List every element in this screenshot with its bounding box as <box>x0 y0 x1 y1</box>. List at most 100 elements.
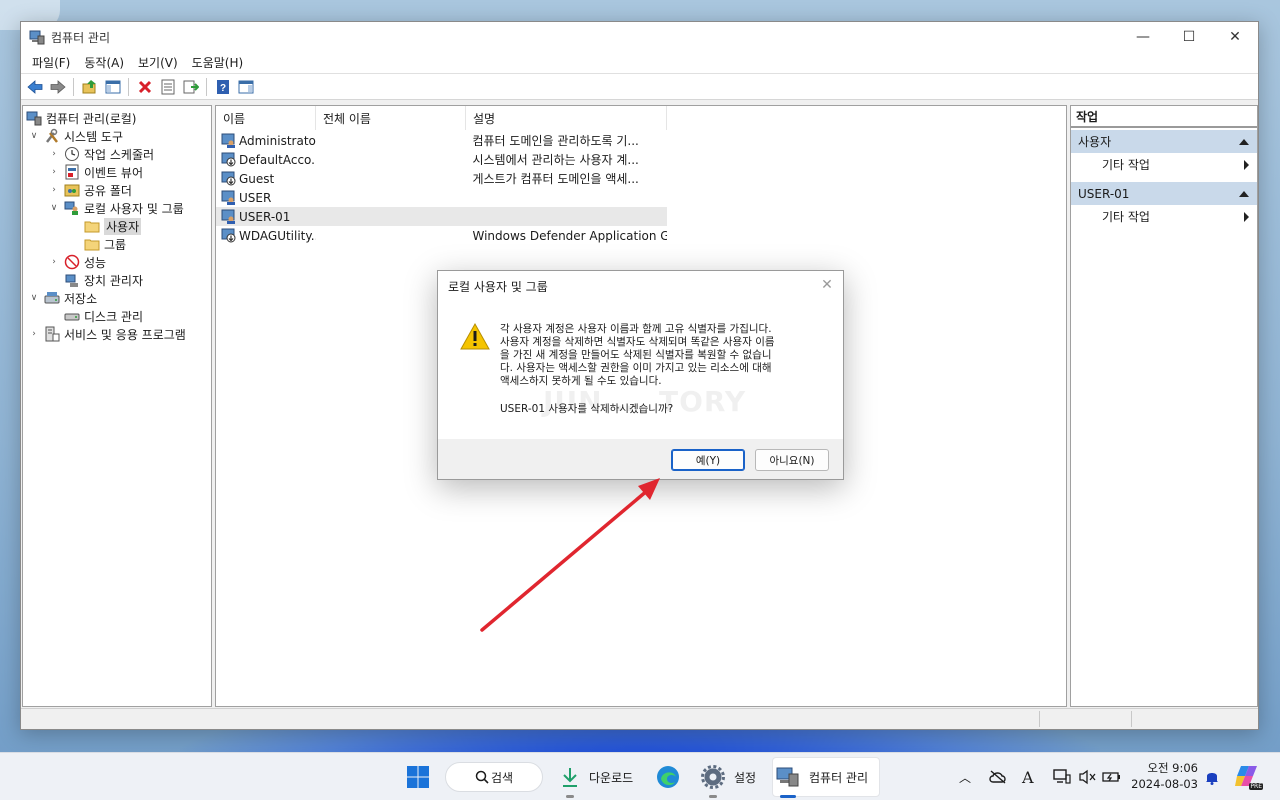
action-more-actions[interactable]: 기타 작업 <box>1071 153 1257 176</box>
taskbar-settings[interactable]: 설정 <box>701 753 756 800</box>
tree-item-users[interactable]: 사용자 <box>84 217 142 235</box>
tray-ime[interactable]: A <box>1022 753 1034 800</box>
tray-overflow-button[interactable]: ︿ <box>959 753 971 800</box>
dialog-close-button[interactable]: ✕ <box>819 277 835 293</box>
tree-label: 작업 스케줄러 <box>84 147 155 162</box>
user-name: DefaultAcco... <box>239 152 316 167</box>
volume-muted-icon <box>1079 769 1096 785</box>
tree-item-task-scheduler[interactable]: › 작업 스케줄러 <box>48 145 154 163</box>
menu-file[interactable]: 파일(F) <box>25 54 77 71</box>
tree-label: 디스크 관리 <box>84 309 144 324</box>
table-row[interactable]: DefaultAcco... 시스템에서 관리하는 사용자 계... <box>216 150 667 169</box>
download-icon <box>563 768 577 787</box>
table-row[interactable]: Administrator 컴퓨터 도메인을 관리하도록 기... <box>216 131 667 150</box>
chevron-right-icon[interactable]: › <box>48 256 60 268</box>
tray-battery[interactable] <box>1102 753 1122 800</box>
table-row[interactable]: Guest 게스트가 컴퓨터 도메인을 액세... <box>216 169 667 188</box>
up-folder-icon[interactable] <box>79 76 100 97</box>
action-section-user-01[interactable]: USER-01 <box>1071 182 1257 205</box>
no-button[interactable]: 아니요(N) <box>755 449 829 471</box>
taskbar-clock[interactable]: 오전 9:06 2024-08-03 <box>1128 760 1198 792</box>
chevron-down-icon[interactable]: ∨ <box>28 130 40 142</box>
user-disabled-icon <box>221 228 236 242</box>
windows-logo-icon <box>407 766 429 788</box>
warning-icon <box>460 323 490 350</box>
dialog-message-line: 을 가진 새 계정을 만들어도 삭제된 식별자를 복원할 수 없습니 <box>500 349 772 361</box>
running-indicator <box>566 795 574 798</box>
tools-icon <box>46 128 58 143</box>
table-row[interactable]: WDAGUtility... Windows Defender Applicat… <box>216 226 667 245</box>
taskbar-label: 컴퓨터 관리 <box>809 770 869 785</box>
tree-item-system-tools[interactable]: ∨ 시스템 도구 <box>28 127 123 145</box>
menu-help[interactable]: 도움말(H) <box>185 54 251 71</box>
taskbar-computer-management[interactable]: 컴퓨터 관리 <box>776 753 868 800</box>
start-button[interactable] <box>406 753 430 800</box>
tree-item-event-viewer[interactable]: › 이벤트 뷰어 <box>48 163 143 181</box>
yes-button[interactable]: 예(Y) <box>671 449 745 471</box>
tree-item-performance[interactable]: › 성능 <box>48 253 106 271</box>
help-icon[interactable]: ? <box>212 76 233 97</box>
tree-label: 서비스 및 응용 프로그램 <box>64 327 186 342</box>
toolbar-separator <box>128 77 129 96</box>
tray-network[interactable] <box>1053 753 1071 800</box>
chevron-down-icon[interactable]: ∨ <box>28 292 40 304</box>
tree-item-device-manager[interactable]: 장치 관리자 <box>64 271 143 289</box>
clock-date: 2024-08-03 <box>1131 777 1198 791</box>
back-icon[interactable] <box>24 76 45 97</box>
dialog-title: 로컬 사용자 및 그룹 <box>448 279 548 294</box>
action-section-users[interactable]: 사용자 <box>1071 130 1257 153</box>
tree-label: 로컬 사용자 및 그룹 <box>84 201 184 216</box>
chevron-right-icon[interactable]: › <box>28 328 40 340</box>
copilot-button[interactable]: PRE <box>1235 753 1263 800</box>
tree-item-shared-folders[interactable]: › 공유 폴더 <box>48 181 132 199</box>
show-hide-action-pane-icon[interactable] <box>235 76 256 97</box>
chevron-right-icon[interactable]: › <box>48 148 60 160</box>
services-icon <box>45 326 60 342</box>
menu-action[interactable]: 동작(A) <box>77 54 131 71</box>
user-description: Windows Defender Application G... <box>472 228 668 243</box>
collapse-icon[interactable] <box>1239 190 1249 197</box>
column-header-full-name[interactable]: 전체 이름 <box>316 106 466 130</box>
table-row[interactable]: USER <box>216 188 667 207</box>
column-header-description[interactable]: 설명 <box>466 106 667 130</box>
user-icon <box>221 190 235 205</box>
disk-icon <box>64 313 80 321</box>
export-list-icon[interactable] <box>180 76 201 97</box>
minimize-button[interactable]: — <box>1120 22 1166 52</box>
taskbar-search[interactable]: 검색 <box>445 762 543 792</box>
action-more-actions[interactable]: 기타 작업 <box>1071 205 1257 228</box>
tree-label: 장치 관리자 <box>84 273 144 288</box>
maximize-button[interactable]: ☐ <box>1166 22 1212 52</box>
device-manager-icon <box>65 274 78 287</box>
chevron-down-icon[interactable]: ∨ <box>48 202 60 214</box>
notification-bell[interactable] <box>1205 753 1219 800</box>
table-row-selected[interactable]: USER-01 <box>216 207 667 226</box>
status-bar <box>21 708 1258 729</box>
taskbar-edge[interactable] <box>656 753 680 800</box>
close-button[interactable]: ✕ <box>1212 22 1258 52</box>
tree-item-storage[interactable]: ∨ 저장소 <box>28 289 97 307</box>
tree-item-computer-management[interactable]: 컴퓨터 관리(로컬) <box>26 109 136 127</box>
column-header-name[interactable]: 이름 <box>216 106 316 130</box>
shared-folder-icon <box>64 184 80 197</box>
title-bar[interactable]: 컴퓨터 관리 — ☐ ✕ <box>21 22 1258 52</box>
show-hide-console-tree-icon[interactable] <box>102 76 123 97</box>
tray-volume[interactable] <box>1079 753 1097 800</box>
properties-icon[interactable] <box>157 76 178 97</box>
chevron-right-icon[interactable]: › <box>48 166 60 178</box>
taskbar-downloads[interactable]: 다운로드 <box>560 753 633 800</box>
chevron-right-icon[interactable]: › <box>48 184 60 196</box>
tree-label: 공유 폴더 <box>84 183 132 198</box>
actions-pane: 작업 사용자 기타 작업 USER-01 기타 작업 <box>1070 105 1258 707</box>
edge-browser-icon <box>657 766 679 788</box>
delete-icon[interactable] <box>134 76 155 97</box>
menu-view[interactable]: 보기(V) <box>131 54 185 71</box>
forward-icon[interactable] <box>47 76 68 97</box>
tree-item-disk-management[interactable]: 디스크 관리 <box>64 307 143 325</box>
dialog-message-line: 각 사용자 계정은 사용자 이름과 함께 고유 식별자를 가집니다. <box>500 323 772 335</box>
tree-item-services-apps[interactable]: › 서비스 및 응용 프로그램 <box>28 325 186 343</box>
tree-item-local-users-groups[interactable]: ∨ 로컬 사용자 및 그룹 <box>48 199 184 217</box>
tree-item-groups[interactable]: 그룹 <box>84 235 126 253</box>
collapse-icon[interactable] <box>1239 138 1249 145</box>
tray-cloud-offline[interactable] <box>988 753 1008 800</box>
